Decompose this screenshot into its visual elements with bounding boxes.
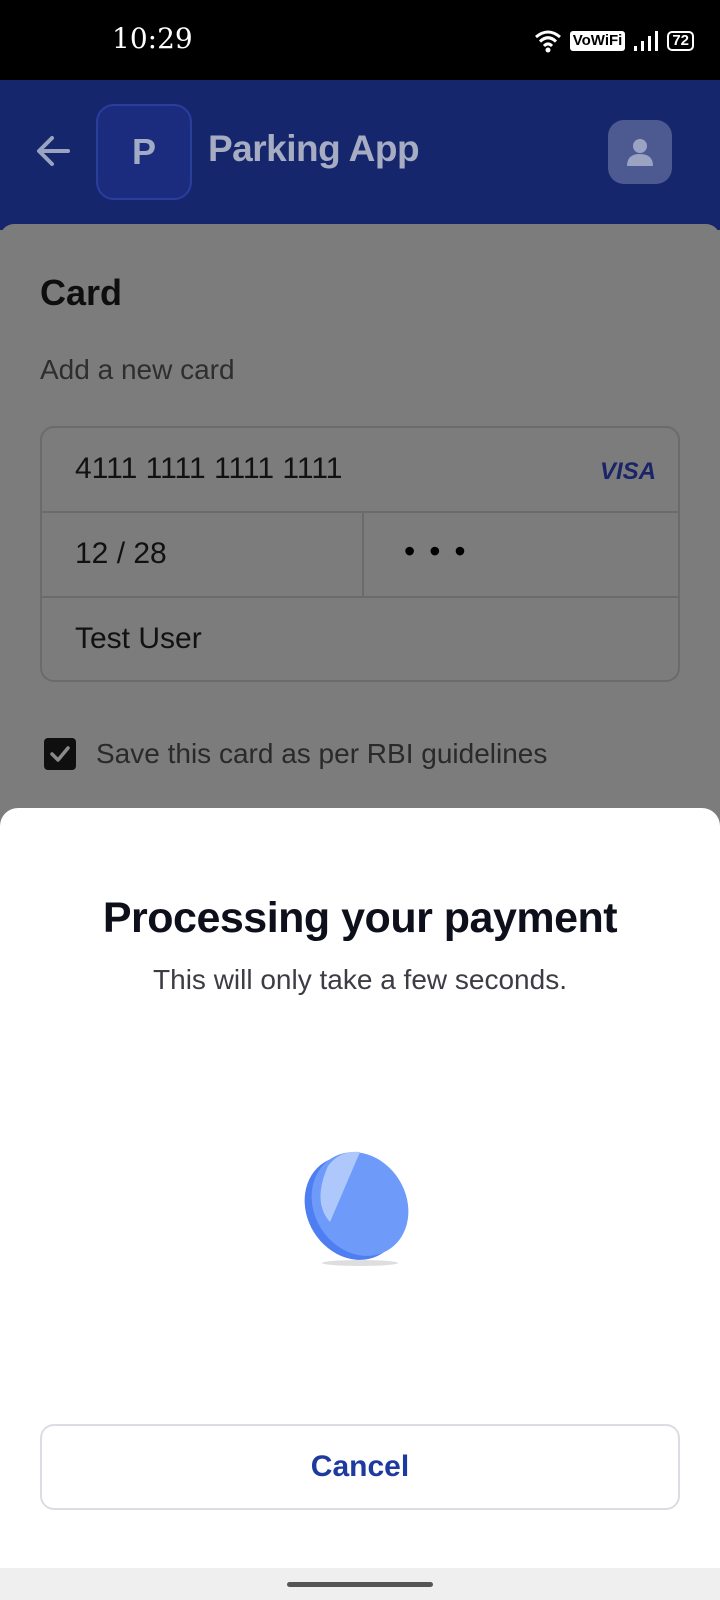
expiry-value: 12 / 28 (75, 537, 167, 570)
check-icon (50, 746, 70, 762)
card-number-value: 4111 1111 1111 1111 (75, 452, 343, 485)
cardholder-name-value: Test User (75, 622, 202, 655)
card-subheading: Add a new card (40, 354, 235, 385)
app-header: P Parking App (0, 80, 720, 230)
home-indicator[interactable] (287, 1582, 433, 1587)
cardholder-name-field[interactable]: Test User (42, 598, 678, 680)
battery-icon: 72 (667, 31, 694, 51)
card-form: 4111 1111 1111 1111 VISA 12 / 28 ••• Tes… (40, 426, 680, 682)
cvv-field[interactable]: ••• (362, 513, 678, 598)
vowifi-badge: VoWiFi (569, 31, 626, 51)
profile-button[interactable] (608, 120, 672, 184)
card-number-field[interactable]: 4111 1111 1111 1111 VISA (42, 428, 678, 513)
signal-icon (634, 31, 659, 51)
app-title: Parking App (208, 128, 420, 169)
navigation-bar (0, 1568, 720, 1600)
status-bar: 10:29 VoWiFi 72 (0, 0, 720, 80)
user-icon (627, 139, 653, 166)
card-heading: Card (40, 272, 123, 313)
coin-spinner-icon (304, 1151, 409, 1266)
save-card-checkbox[interactable] (44, 738, 76, 770)
expiry-cvv-row: 12 / 28 ••• (42, 513, 678, 598)
visa-logo-icon: VISA (599, 458, 656, 485)
status-icons: VoWiFi 72 (534, 28, 694, 54)
wifi-icon (534, 30, 561, 53)
expiry-field[interactable]: 12 / 28 (42, 513, 362, 598)
cvv-value: ••• (404, 533, 480, 569)
sheet-title: Processing your payment (102, 894, 618, 942)
app-logo: P (96, 104, 192, 200)
save-card-row[interactable]: Save this card as per RBI guidelines (44, 738, 547, 770)
cancel-button[interactable]: Cancel (40, 1424, 680, 1510)
back-arrow-icon[interactable] (30, 128, 76, 174)
processing-sheet: Processing your payment This will only t… (0, 808, 720, 1568)
sheet-subtitle: This will only take a few seconds. (153, 964, 567, 995)
save-card-label: Save this card as per RBI guidelines (96, 738, 548, 769)
status-time: 10:29 (112, 22, 193, 55)
